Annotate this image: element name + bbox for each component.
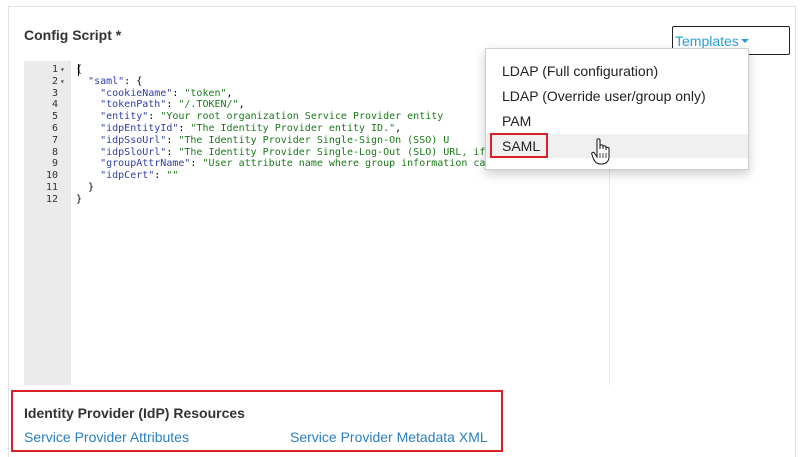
line-number: 12 — [45, 193, 58, 205]
hand-pointer-cursor-icon — [591, 138, 610, 165]
line-number: 4 — [51, 99, 58, 111]
caret-down-icon — [741, 39, 749, 43]
text-cursor — [78, 64, 79, 76]
service-provider-metadata-xml-link[interactable]: Service Provider Metadata XML — [290, 429, 488, 445]
fold-arrow-icon[interactable]: ▾ — [60, 76, 65, 88]
service-provider-attributes-link[interactable]: Service Provider Attributes — [24, 429, 189, 445]
config-script-label: Config Script — [24, 27, 112, 43]
line-number: 10 — [45, 170, 58, 182]
config-script-title: Config Script * — [24, 27, 121, 43]
code-text: "tokenPath": "/.TOKEN/", — [100, 99, 245, 111]
line-number: 2 — [51, 75, 58, 87]
saml-highlight-box — [490, 133, 548, 158]
code-text: } — [76, 193, 83, 205]
line-number: 3 — [51, 87, 58, 99]
line-number: 11 — [45, 182, 58, 193]
menu-item-ldap-override[interactable]: LDAP (Override user/group only) — [486, 84, 748, 108]
menu-item-ldap-full[interactable]: LDAP (Full configuration) — [486, 59, 748, 83]
code-line: 10 "idpCert": "" — [24, 170, 794, 182]
code-text: "entity": "Your root organization Servic… — [100, 111, 444, 123]
line-number: 5 — [51, 111, 58, 123]
line-number: 9 — [51, 158, 58, 170]
code-text: "saml": { — [88, 75, 143, 87]
required-mark: * — [115, 27, 122, 43]
fold-arrow-icon[interactable]: ▾ — [60, 64, 65, 76]
templates-dropdown-menu: LDAP (Full configuration) LDAP (Override… — [485, 48, 749, 170]
code-text: } — [76, 182, 95, 193]
code-text: { — [76, 64, 83, 75]
code-line: 12} — [24, 194, 794, 206]
code-line: 11 } — [24, 182, 794, 194]
line-number: 7 — [51, 134, 58, 146]
idp-resources-title: Identity Provider (IdP) Resources — [24, 405, 245, 421]
menu-item-pam[interactable]: PAM — [486, 109, 748, 133]
code-text: "cookieName": "token", — [100, 87, 233, 99]
line-number: 1 — [51, 64, 58, 75]
code-text: "idpCert": "" — [100, 170, 179, 182]
line-number: 8 — [51, 146, 58, 158]
code-text: "idpSsoUrl": "The Identity Provider Sing… — [100, 134, 450, 146]
templates-button-label: Templates — [675, 33, 739, 49]
code-text: "idpEntityId": "The Identity Provider en… — [100, 123, 402, 134]
line-number: 6 — [51, 123, 58, 134]
